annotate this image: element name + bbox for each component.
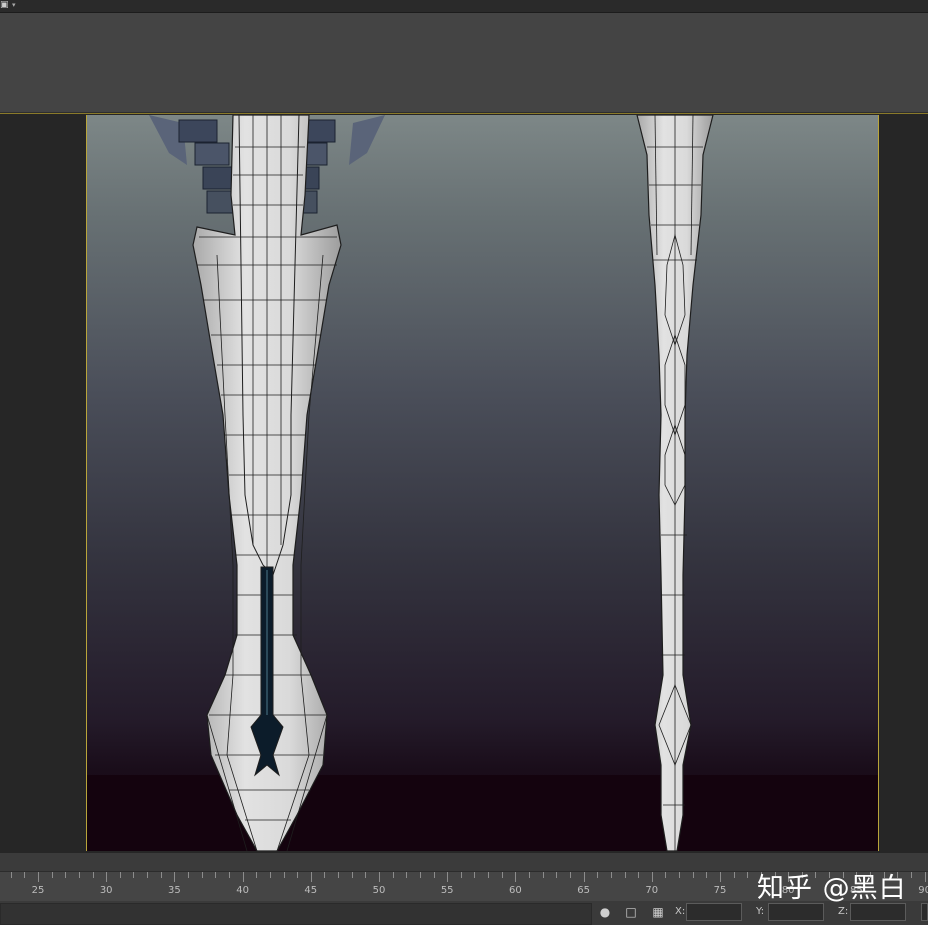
ruler-tick <box>433 872 435 878</box>
ruler-tick <box>638 872 640 878</box>
ruler-tick <box>283 872 285 878</box>
ruler-label: 25 <box>31 885 45 896</box>
lock-icon[interactable]: □ <box>623 904 639 920</box>
ruler-tick <box>38 872 39 882</box>
ruler-tick <box>51 872 53 878</box>
ruler-tick <box>24 872 26 878</box>
ruler-tick <box>569 872 571 878</box>
watermark-text: 知乎 @黑白 <box>757 873 907 904</box>
ruler-tick <box>297 872 299 878</box>
selection-icon[interactable]: ▦ <box>650 904 666 920</box>
ruler-tick <box>365 872 367 878</box>
ruler-tick <box>119 872 121 878</box>
ruler-tick <box>419 872 421 878</box>
ruler-tick <box>720 872 721 882</box>
ruler-label: 40 <box>236 885 249 896</box>
ruler-label: 45 <box>304 885 318 896</box>
ruler-tick <box>556 872 558 878</box>
ruler-tick <box>910 872 912 878</box>
ruler-tick <box>228 872 230 878</box>
ruler-tick <box>392 872 394 878</box>
ruler-tick <box>379 872 380 882</box>
ruler-tick <box>147 872 149 878</box>
ruler-tick <box>338 872 340 878</box>
toolbar-panel <box>0 13 928 113</box>
ruler-tick <box>215 872 217 878</box>
ruler-tick <box>10 872 12 878</box>
ruler-tick <box>501 872 503 878</box>
ruler-tick <box>256 872 258 878</box>
ruler-tick <box>310 872 312 882</box>
ruler-label: 55 <box>440 885 454 896</box>
ruler-tick <box>651 872 653 882</box>
ruler-tick <box>529 872 531 878</box>
ruler-tick <box>92 872 94 878</box>
ruler-tick <box>610 872 612 878</box>
ruler-tick <box>679 872 681 878</box>
ruler-tick <box>447 872 449 882</box>
ruler-tick <box>460 872 462 878</box>
ruler-tick <box>133 872 135 878</box>
ruler-label: 75 <box>713 885 727 896</box>
menu-bar: ▣ ▾ <box>0 0 928 13</box>
y-label: Y: <box>756 906 765 917</box>
ruler-tick <box>174 872 176 882</box>
app-logo-icon[interactable]: ▣ <box>0 0 12 10</box>
ruler-tick <box>201 872 203 878</box>
ruler-tick <box>474 872 476 878</box>
ruler-tick <box>583 872 585 882</box>
ruler-tick <box>324 872 326 878</box>
ruler-label: 50 <box>372 885 386 896</box>
ruler-tick <box>665 872 667 878</box>
viewport-perspective[interactable] <box>86 115 879 851</box>
prompt-line[interactable] <box>0 903 592 925</box>
ruler-label: 70 <box>645 885 659 896</box>
ruler-tick <box>624 872 626 878</box>
x-label: X: <box>675 906 686 917</box>
scene-render <box>149 115 714 851</box>
ruler-tick <box>269 872 271 878</box>
x-coordinate-field[interactable] <box>686 903 742 921</box>
chevron-down-icon[interactable]: ▾ <box>12 0 16 10</box>
ruler-tick <box>515 872 517 882</box>
ruler-tick <box>747 872 749 878</box>
ruler-label: 65 <box>577 885 590 896</box>
bulb-icon[interactable]: ● <box>597 904 613 920</box>
ruler-tick <box>706 872 708 878</box>
ruler-tick <box>488 872 490 878</box>
ruler-label: 35 <box>168 885 181 896</box>
ruler-tick <box>733 872 735 878</box>
ruler-tick <box>160 872 162 878</box>
z-coordinate-field[interactable] <box>850 903 906 921</box>
ruler-tick <box>242 872 244 882</box>
ruler-tick <box>406 872 408 878</box>
ruler-tick <box>924 872 926 882</box>
ruler-tick <box>692 872 694 878</box>
z-label: Z: <box>838 906 849 917</box>
sword-front-view[interactable] <box>192 115 342 851</box>
ruler-tick <box>188 872 190 878</box>
ruler-label: 60 <box>509 885 522 896</box>
ruler-label: 30 <box>99 885 113 896</box>
statusbar-scroll[interactable] <box>921 903 928 921</box>
sword-side-view[interactable] <box>636 115 714 851</box>
ruler-tick <box>78 872 80 878</box>
ruler-label: 90 <box>918 885 928 896</box>
ruler-tick <box>106 872 108 882</box>
ruler-tick <box>542 872 544 878</box>
ruler-tick <box>597 872 599 878</box>
ruler-tick <box>65 872 67 878</box>
y-coordinate-field[interactable] <box>768 903 824 921</box>
ruler-tick <box>351 872 353 878</box>
